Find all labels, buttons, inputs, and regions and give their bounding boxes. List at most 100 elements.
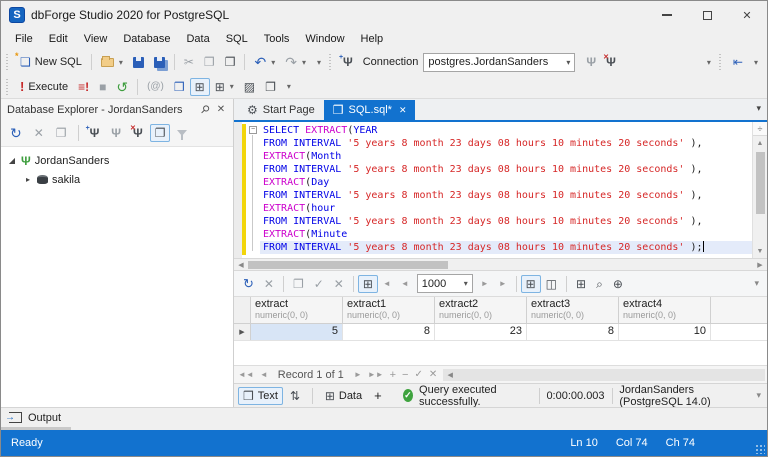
scrollbar-thumb[interactable]: [248, 261, 448, 269]
query-profiler-button[interactable]: ⊞: [190, 78, 210, 96]
show-system-objects-button[interactable]: ❐: [150, 124, 171, 142]
find-in-grid-button[interactable]: ⌕: [591, 275, 608, 293]
editor-vertical-scrollbar[interactable]: ÷ ▲ ▼: [752, 122, 767, 258]
scroll-left-icon[interactable]: ◀: [443, 371, 457, 379]
toolbar-options-button[interactable]: ▾: [754, 278, 759, 289]
column-header-extract1[interactable]: extract1numeric(0, 0): [343, 297, 435, 323]
paste-button[interactable]: ❒: [220, 53, 241, 71]
collapsed-arrow-icon[interactable]: ▸: [23, 175, 33, 184]
menu-item-database[interactable]: Database: [115, 31, 178, 47]
tab-data[interactable]: ⊞ Data: [320, 387, 367, 405]
grid-view-button[interactable]: ⊞: [521, 275, 541, 293]
refresh-button[interactable]: ↻: [5, 124, 27, 142]
results-grid[interactable]: extractnumeric(0, 0)extract1numeric(0, 0…: [234, 297, 767, 341]
code-line[interactable]: SELECT EXTRACT(YEAR: [260, 124, 752, 137]
column-header-extract2[interactable]: extract2numeric(0, 0): [435, 297, 527, 323]
scroll-down-icon[interactable]: ▼: [753, 244, 767, 258]
panel-close-button[interactable]: ✕: [213, 104, 229, 115]
save-button[interactable]: [128, 54, 149, 71]
close-button[interactable]: ✕: [727, 1, 767, 29]
pin-button[interactable]: ⚲: [197, 103, 213, 116]
record-next-button[interactable]: ►: [354, 370, 362, 379]
disconnect-button[interactable]: Ψ✕: [601, 53, 621, 71]
tree-node-jordansanders[interactable]: ◢ΨJordanSanders: [1, 151, 233, 170]
menu-item-file[interactable]: File: [7, 31, 41, 47]
copy-button[interactable]: ❐: [199, 53, 220, 71]
disconnect-button[interactable]: Ψ✕: [128, 124, 148, 142]
card-view-button[interactable]: ◫: [541, 275, 562, 293]
cancel-changes-button[interactable]: ✕: [329, 275, 349, 293]
fold-collapse-button[interactable]: −: [249, 126, 257, 134]
add-result-tab-button[interactable]: +: [369, 385, 387, 406]
minimize-button[interactable]: [647, 1, 687, 29]
layout-button[interactable]: ⊞▾: [210, 78, 239, 96]
menu-item-edit[interactable]: Edit: [41, 31, 76, 47]
tab-start-page[interactable]: ⚙Start Page: [238, 100, 324, 120]
maximize-button[interactable]: [687, 1, 727, 29]
menu-item-window[interactable]: Window: [297, 31, 352, 47]
save-all-button[interactable]: [149, 54, 170, 71]
tree-node-sakila[interactable]: ▸sakila: [1, 170, 233, 189]
code-line[interactable]: FROM INTERVAL '5 years 8 month 23 days 0…: [260, 137, 752, 150]
column-header-extract3[interactable]: extract3numeric(0, 0): [527, 297, 619, 323]
stop-refresh-button[interactable]: ✕: [259, 275, 279, 293]
column-visibility-button[interactable]: ⊞: [571, 275, 591, 293]
execute-script-button[interactable]: ≡!: [73, 78, 94, 96]
grid-horizontal-scrollbar[interactable]: ◀: [443, 369, 765, 381]
export-data-button[interactable]: ⊕: [608, 275, 628, 293]
record-cancel-button[interactable]: ✕: [429, 369, 437, 380]
format-document-button[interactable]: ❒: [169, 78, 190, 96]
record-first-button[interactable]: ◄◄: [238, 370, 254, 379]
menu-item-help[interactable]: Help: [353, 31, 392, 47]
swap-panes-button[interactable]: ⇅: [285, 387, 305, 405]
record-last-button[interactable]: ►►: [368, 370, 384, 379]
resize-grip[interactable]: [755, 444, 765, 454]
connection-combobox[interactable]: postgres.JordanSanders ▾: [423, 53, 575, 72]
menu-item-data[interactable]: Data: [178, 31, 217, 47]
grid-cell[interactable]: 8: [527, 324, 619, 340]
toolbar-options-button[interactable]: ▾: [756, 390, 761, 401]
grid-cell[interactable]: 5: [251, 324, 343, 340]
connect-button[interactable]: Ψ: [106, 124, 126, 142]
expanded-arrow-icon[interactable]: ◢: [7, 156, 17, 165]
toolbar-options-button[interactable]: ▾: [701, 55, 716, 70]
editor-horizontal-scrollbar[interactable]: ◀ ▶: [234, 259, 767, 271]
column-header-extract[interactable]: extractnumeric(0, 0): [251, 297, 343, 323]
toolbar-grip[interactable]: [6, 54, 12, 70]
menu-item-sql[interactable]: SQL: [218, 31, 256, 47]
splitter-handle[interactable]: ÷: [753, 122, 767, 136]
code-line[interactable]: EXTRACT(Minute: [260, 228, 752, 241]
code-content[interactable]: SELECT EXTRACT(YEARFROM INTERVAL '5 year…: [260, 122, 752, 258]
grid-cell[interactable]: 8: [343, 324, 435, 340]
delete-button[interactable]: ✕: [29, 124, 49, 142]
record-prev-button[interactable]: ◄: [260, 370, 268, 379]
undo-button[interactable]: ↶▾: [249, 53, 280, 71]
prev-page-button[interactable]: ◄: [396, 276, 414, 291]
first-page-button[interactable]: ◄: [378, 276, 396, 291]
menu-item-tools[interactable]: Tools: [256, 31, 298, 47]
tab-close-icon[interactable]: ✕: [399, 105, 407, 116]
toolbar-options-button[interactable]: ▾: [281, 79, 296, 94]
code-completion-button[interactable]: ⇤: [728, 53, 748, 71]
code-line[interactable]: FROM INTERVAL '5 years 8 month 23 days 0…: [260, 241, 752, 254]
code-line[interactable]: FROM INTERVAL '5 years 8 month 23 days 0…: [260, 163, 752, 176]
execute-button[interactable]: ! Execute: [15, 76, 73, 97]
tab-list-button[interactable]: ▾: [756, 103, 761, 114]
next-page-button[interactable]: ►: [476, 276, 494, 291]
last-page-button[interactable]: ►: [494, 276, 512, 291]
new-connection-button[interactable]: Ψ+: [85, 124, 105, 142]
scroll-right-icon[interactable]: ▶: [753, 261, 767, 269]
grid-cell[interactable]: 10: [619, 324, 711, 340]
toolbar-grip[interactable]: [6, 79, 12, 95]
menu-item-view[interactable]: View: [76, 31, 116, 47]
scroll-left-icon[interactable]: ◀: [234, 261, 248, 269]
code-line[interactable]: FROM INTERVAL '5 years 8 month 23 days 0…: [260, 189, 752, 202]
parameters-button[interactable]: (@): [142, 78, 169, 96]
query-history-button[interactable]: ↺: [111, 78, 133, 96]
refresh-button[interactable]: ↻: [238, 275, 259, 293]
scrollbar-thumb[interactable]: [756, 152, 765, 214]
toolbar-grip[interactable]: [329, 54, 335, 70]
column-header-extract4[interactable]: extract4numeric(0, 0): [619, 297, 711, 323]
tab-sql-sql-[interactable]: ❒SQL.sql*✕: [324, 100, 416, 120]
connect-button[interactable]: Ψ: [581, 53, 601, 71]
